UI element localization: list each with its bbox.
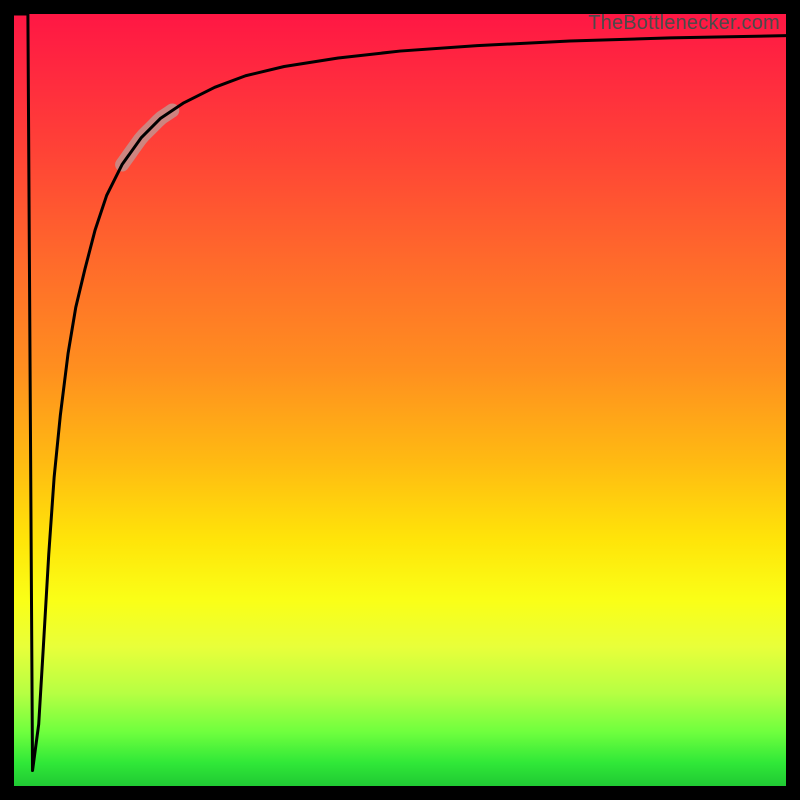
curve-layer [14, 14, 786, 786]
chart-stage: TheBottlenecker.com [0, 0, 800, 800]
bottleneck-curve [14, 14, 786, 771]
plot-area: TheBottlenecker.com [14, 14, 786, 786]
